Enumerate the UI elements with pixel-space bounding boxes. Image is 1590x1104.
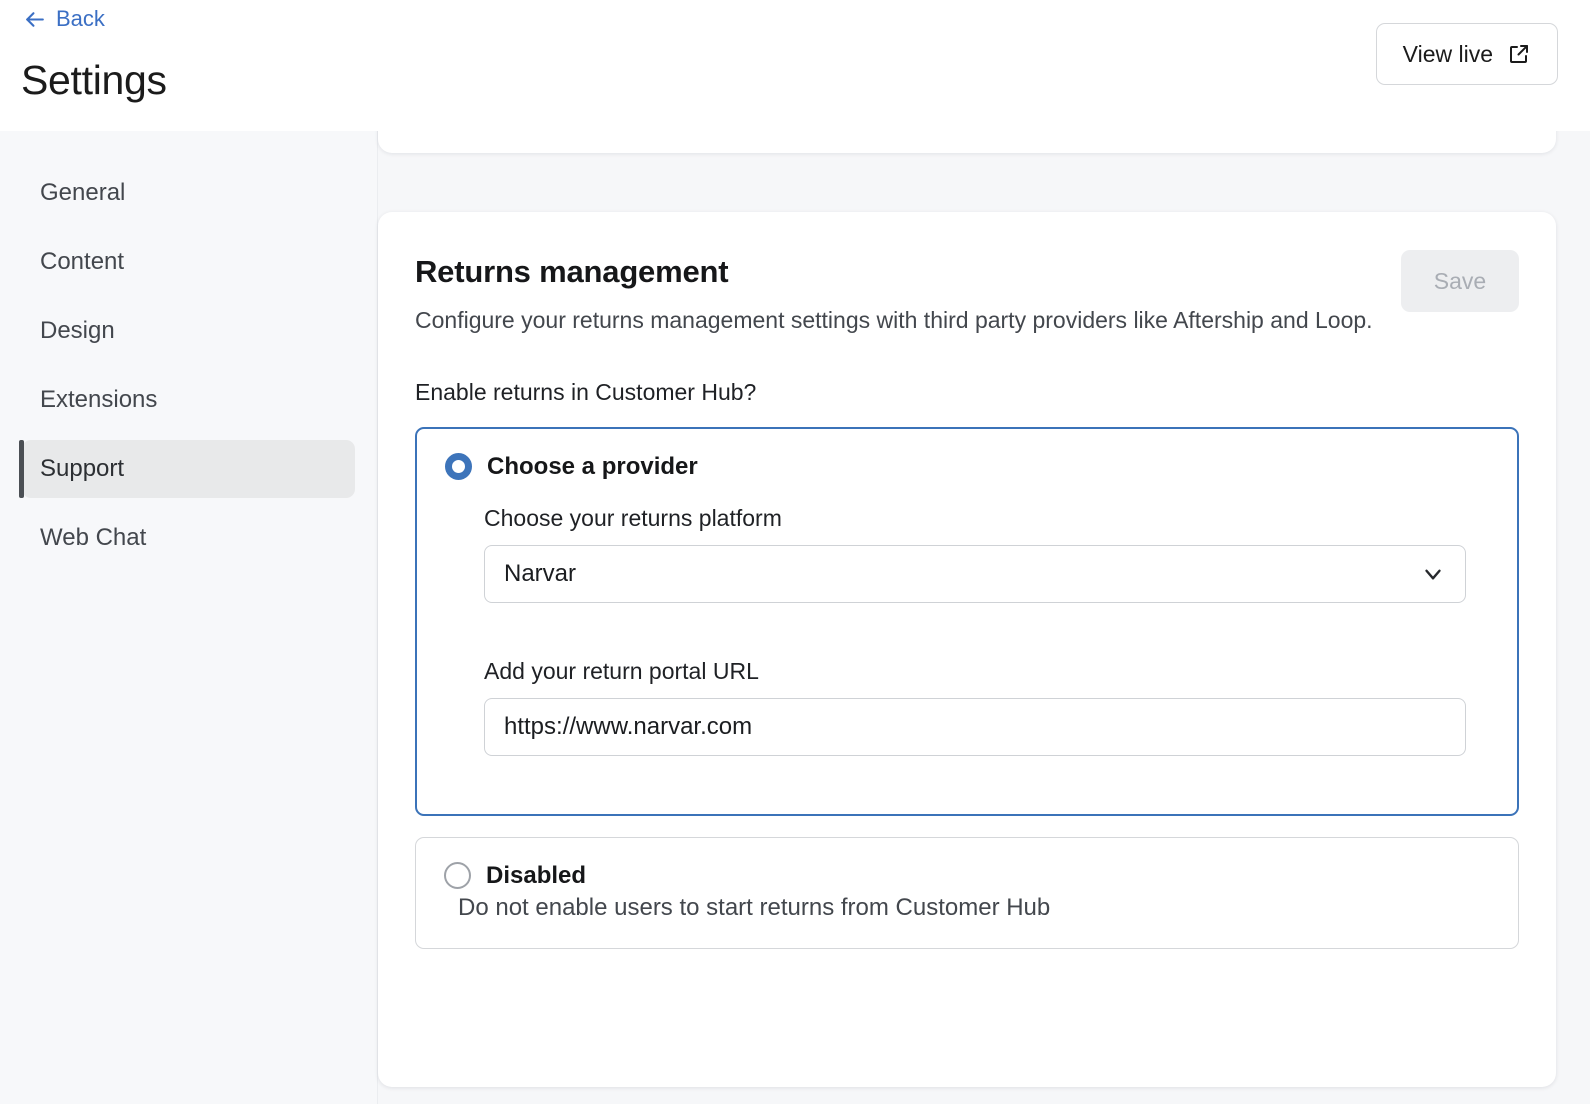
sidebar-item-design[interactable]: Design [22,302,355,360]
settings-page: Back Settings View live General Content [0,0,1590,1104]
sidebar-item-extensions[interactable]: Extensions [22,371,355,429]
returns-management-card: Returns management Configure your return… [378,212,1556,1087]
radio-choose-a-provider[interactable] [445,453,472,481]
returns-platform-value: Narvar [504,559,577,587]
page-header: Back Settings View live [0,0,1590,131]
card-title: Returns management [415,254,729,289]
enable-returns-question: Enable returns in Customer Hub? [415,378,757,405]
chevron-down-icon [1420,561,1446,587]
option-description: Do not enable users to start returns fro… [458,893,1051,921]
sidebar-item-label: General [40,179,126,206]
sidebar-item-label: Support [40,455,125,482]
arrow-left-icon [22,7,47,32]
return-portal-url-input[interactable]: https://www.narvar.com [484,697,1466,756]
option-title: Choose a provider [487,452,698,480]
card-description: Configure your returns management settin… [415,307,1373,333]
option-disabled[interactable]: Disabled Do not enable users to start re… [415,836,1519,949]
external-link-icon [1507,42,1531,66]
page-body: General Content Design Extensions Suppor… [0,76,1590,1104]
sidebar-item-label: Design [40,317,115,344]
return-portal-url-label: Add your return portal URL [484,657,759,684]
option-header: Choose a provider [417,429,1517,481]
returns-platform-select[interactable]: Narvar [484,544,1466,603]
field-spacer [445,603,1489,634]
radio-disabled[interactable] [444,862,471,890]
sidebar-item-general[interactable]: General [22,164,355,222]
sidebar-item-content[interactable]: Content [22,233,355,291]
settings-sidebar: General Content Design Extensions Suppor… [0,131,378,1104]
save-button[interactable]: Save [1401,250,1519,312]
settings-main: Returns management Configure your return… [378,76,1590,1104]
back-link-label: Back [56,6,105,31]
view-live-label: View live [1402,40,1493,67]
sidebar-item-web-chat[interactable]: Web Chat [22,509,355,567]
return-portal-url-value: https://www.narvar.com [504,712,753,740]
view-live-button[interactable]: View live [1375,23,1558,85]
back-link[interactable]: Back [22,6,105,32]
sidebar-item-label: Content [40,248,125,275]
option-bottom-spacer [445,756,1489,814]
sidebar-item-label: Web Chat [40,524,147,551]
option-choose-a-provider[interactable]: Choose a provider Choose your returns pl… [415,426,1519,816]
option-title: Disabled [486,861,587,889]
option-body: Choose your returns platform Narvar Add … [417,505,1517,814]
returns-platform-label: Choose your returns platform [484,504,782,531]
option-header: Disabled [416,838,1518,890]
sidebar-item-label: Extensions [40,386,158,413]
sidebar-item-support[interactable]: Support [19,440,355,498]
page-title: Settings [21,57,167,103]
